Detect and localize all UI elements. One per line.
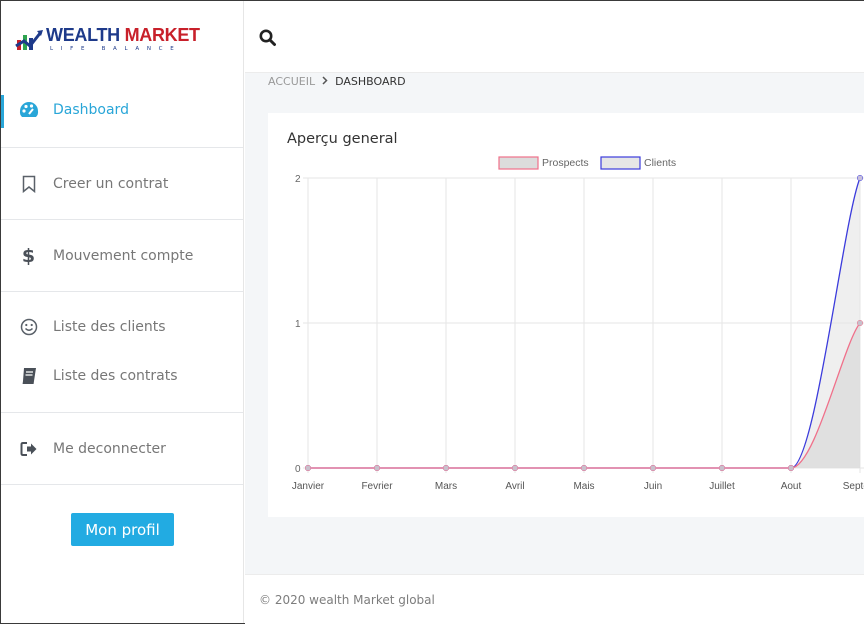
data-point [304, 464, 312, 472]
legend-swatch-clients [600, 156, 641, 170]
data-point [856, 174, 864, 182]
x-tick-label: Mars [435, 481, 457, 492]
sidebar-item-dashboard[interactable]: Dashboard [1, 85, 243, 134]
x-tick-label: Fevrier [361, 481, 393, 492]
chevron-right-icon [322, 75, 328, 88]
logo[interactable]: WEALTH MARKET LIFE BALANCE [1, 1, 243, 77]
x-tick-label: Septem [843, 481, 864, 492]
main-content: ACCUEIL DASHBOARD Aperçu general 0 1 2 Janv… [245, 73, 864, 574]
logo-word-market: MARKET [124, 25, 201, 45]
breadcrumb: ACCUEIL DASHBOARD [268, 73, 406, 90]
breadcrumb-home[interactable]: ACCUEIL [268, 75, 315, 88]
y-tick-label: 1 [295, 319, 301, 330]
data-point [580, 464, 588, 472]
logo-tagline: LIFE BALANCE [50, 46, 182, 52]
sidebar-item-liste-clients[interactable]: Liste des clients [1, 302, 243, 351]
nav-group-contract: Creer un contrat [1, 148, 243, 220]
x-tick-label: Mais [573, 481, 594, 492]
logo-icon [15, 30, 43, 50]
palette-icon [18, 99, 39, 120]
x-tick-label: Juin [644, 481, 662, 492]
data-point [442, 464, 450, 472]
sidebar-item-liste-contrats[interactable]: Liste des contrats [1, 351, 243, 400]
data-point [718, 464, 726, 472]
x-tick-label: Aout [781, 481, 802, 492]
dollar-icon: $ [21, 244, 36, 267]
logo-word-wealth: WEALTH [46, 25, 120, 45]
sidebar-item-mouvement-compte[interactable]: $ Mouvement compte [1, 231, 243, 280]
sidebar: WEALTH MARKET LIFE BALANCE Dashboard Cre… [1, 1, 244, 623]
breadcrumb-current: DASHBOARD [335, 75, 406, 88]
data-point [649, 464, 657, 472]
footer: © 2020 wealth Market global [245, 574, 864, 624]
footer-copyright: © 2020 wealth Market global [259, 593, 435, 607]
y-tick-label: 0 [295, 464, 301, 475]
sidebar-item-label: Liste des contrats [53, 367, 178, 384]
sidebar-item-label: Dashboard [53, 101, 129, 118]
topbar [245, 1, 864, 73]
x-tick-label: Janvier [292, 481, 325, 492]
sidebar-item-label: Liste des clients [53, 318, 166, 335]
sidebar-item-label: Me deconnecter [53, 440, 166, 457]
profile-button[interactable]: Mon profil [71, 513, 174, 546]
data-point [373, 464, 381, 472]
book-icon [18, 365, 39, 386]
smile-icon [18, 316, 39, 337]
overview-chart: 0 1 2 Janvier Fevrier Mars Avril Mais Juin Juille… [292, 156, 864, 492]
sidebar-item-label: Creer un contrat [53, 175, 169, 192]
legend-label-prospects: Prospects [542, 157, 589, 169]
sidebar-item-deconnecter[interactable]: Me deconnecter [1, 424, 243, 473]
x-tick-label: Avril [505, 481, 524, 492]
data-point [856, 319, 864, 327]
search-icon[interactable] [259, 29, 276, 47]
legend-swatch-prospects [498, 156, 539, 170]
overview-card: Aperçu general 0 1 2 Janvier Fevrier Mars Avri… [268, 113, 864, 517]
legend-label-clients: Clients [644, 157, 676, 169]
data-point [787, 464, 795, 472]
sidebar-item-label: Mouvement compte [53, 247, 194, 264]
nav-group-dashboard: Dashboard [1, 77, 243, 148]
sign-out-icon [18, 438, 39, 459]
data-point [511, 464, 519, 472]
nav-group-logout: Me deconnecter [1, 413, 243, 485]
sidebar-item-creer-contrat[interactable]: Creer un contrat [1, 159, 243, 208]
x-tick-label: Juillet [709, 481, 735, 492]
bookmark-icon [18, 173, 39, 194]
nav-group-mouvement: $ Mouvement compte [1, 220, 243, 292]
nav-group-lists: Liste des clients Liste des contrats [1, 292, 243, 413]
y-tick-label: 2 [295, 174, 301, 185]
